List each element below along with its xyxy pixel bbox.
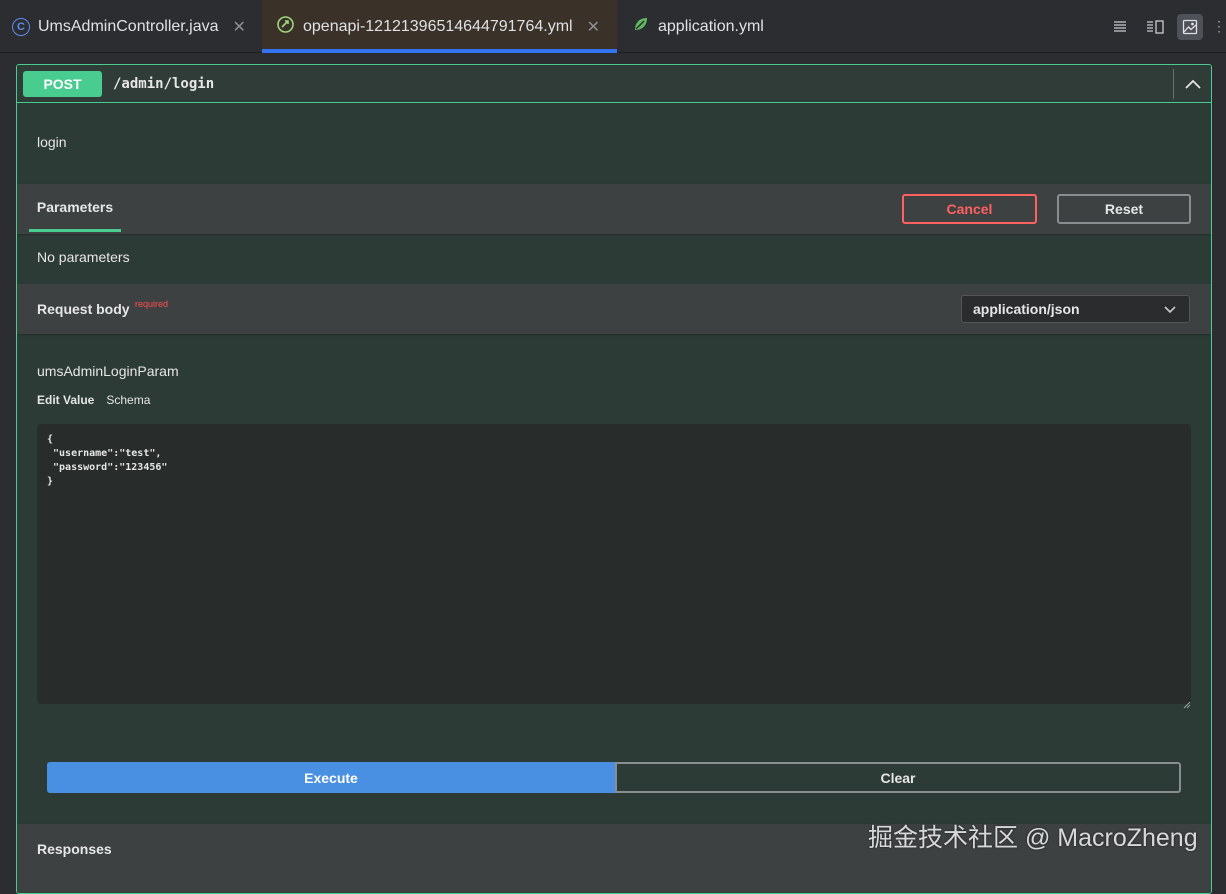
watermark: 掘金技术社区 @ MacroZheng [868, 824, 1198, 852]
tab-schema[interactable]: Schema [106, 393, 150, 407]
reset-button[interactable]: Reset [1057, 194, 1191, 224]
split-view-icon[interactable] [1142, 14, 1168, 40]
body-view-tabs: Edit Value Schema [37, 393, 150, 407]
clear-button[interactable]: Clear [615, 762, 1181, 793]
editor-view-toolbar: ⋮ [1107, 0, 1226, 53]
tab-label: UmsAdminController.java [38, 17, 219, 35]
tab-ums-admin-controller[interactable]: C UmsAdminController.java ✕ [12, 0, 246, 53]
execute-button[interactable]: Execute [47, 762, 615, 793]
content-type-select[interactable]: application/json [961, 295, 1190, 323]
no-parameters-text: No parameters [37, 249, 130, 265]
tab-label: openapi-12121396514644791764.yml [303, 17, 573, 35]
tab-label: application.yml [658, 17, 764, 35]
more-options-icon[interactable]: ⋮ [1212, 18, 1226, 35]
openapi-icon [276, 15, 295, 39]
required-badge: required [135, 299, 169, 309]
active-tab-indicator [262, 49, 617, 53]
resize-handle-icon[interactable] [1183, 696, 1191, 714]
chevron-down-icon [1163, 302, 1177, 319]
operation-block: POST /admin/login login Parameters Cance… [16, 64, 1212, 894]
request-body-textarea[interactable]: { "username":"test", "password":"123456"… [37, 424, 1191, 704]
close-icon[interactable]: ✕ [587, 17, 600, 37]
editor-tab-bar: C UmsAdminController.java ✕ openapi-1212… [0, 0, 1226, 53]
tab-openapi-yml[interactable]: openapi-12121396514644791764.yml ✕ [262, 0, 617, 53]
preview-only-icon[interactable] [1177, 13, 1203, 40]
tab-parameters[interactable]: Parameters [29, 184, 121, 232]
operation-header[interactable]: POST /admin/login [17, 65, 1211, 103]
java-class-icon: C [12, 17, 30, 36]
http-method-badge: POST [23, 70, 102, 97]
responses-title: Responses [37, 841, 112, 857]
editor-only-icon[interactable] [1107, 14, 1133, 40]
spring-leaf-icon [632, 15, 650, 38]
cancel-button[interactable]: Cancel [902, 194, 1037, 224]
parameters-section-header: Parameters Cancel Reset [17, 184, 1211, 234]
operation-path: /admin/login [113, 75, 215, 92]
operation-summary: login [37, 134, 67, 150]
content-type-value: application/json [973, 301, 1080, 317]
close-icon[interactable]: ✕ [233, 17, 246, 37]
request-body-title: Request body [37, 301, 130, 317]
request-body-section-header: Request body required application/json [17, 284, 1211, 334]
tab-application-yml[interactable]: application.yml [632, 0, 764, 53]
tab-edit-value[interactable]: Edit Value [37, 393, 94, 407]
model-name: umsAdminLoginParam [37, 363, 179, 379]
collapse-chevron-up-icon[interactable] [1173, 69, 1211, 99]
